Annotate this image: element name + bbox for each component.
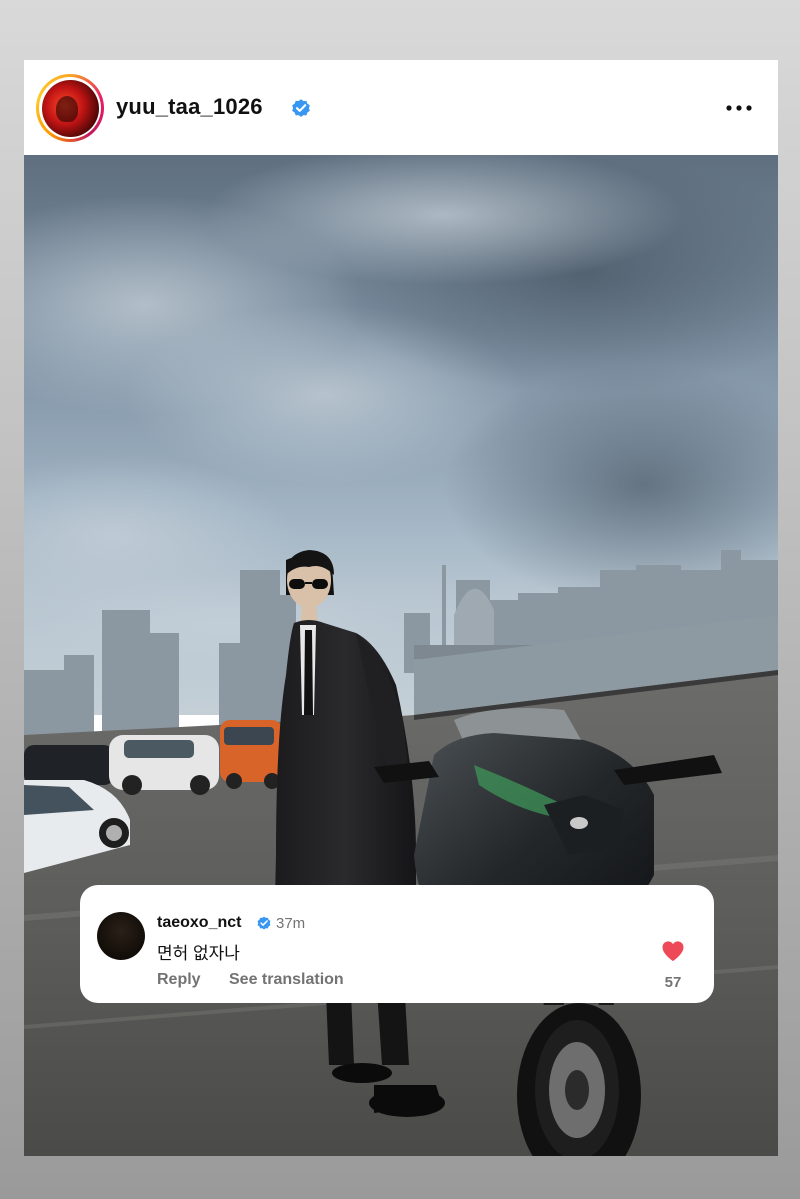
like-count: 57 xyxy=(664,974,682,991)
comment-text: 면허 없자나 xyxy=(157,944,240,963)
avatar-border xyxy=(39,77,101,139)
comment-avatar[interactable] xyxy=(97,912,145,960)
reply-button[interactable]: Reply xyxy=(157,971,201,989)
comment-username[interactable]: taeoxo_nct xyxy=(157,914,241,932)
post-username[interactable]: yuu_taa_1026 xyxy=(116,94,263,120)
avatar xyxy=(41,79,99,137)
verified-badge-icon xyxy=(257,916,271,930)
more-options-icon[interactable] xyxy=(724,98,754,118)
heart-icon[interactable] xyxy=(661,940,685,962)
post-header: yuu_taa_1026 xyxy=(24,60,778,155)
see-translation-button[interactable]: See translation xyxy=(229,971,344,989)
post-photo[interactable] xyxy=(24,155,778,1156)
comment-timestamp: 37m xyxy=(276,915,306,932)
verified-badge-icon xyxy=(292,99,310,117)
story-ring-avatar[interactable] xyxy=(36,74,104,142)
instagram-post: yuu_taa_1026 taeoxo_nct 37m 면허 없자나 Reply… xyxy=(24,60,778,1156)
comment-card: taeoxo_nct 37m 면허 없자나 Reply See translat… xyxy=(80,885,714,1003)
